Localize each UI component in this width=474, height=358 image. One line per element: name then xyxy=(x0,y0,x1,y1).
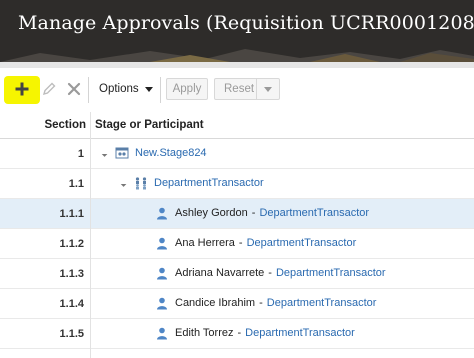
column-header-stage[interactable]: Stage or Participant xyxy=(95,119,204,131)
stage-link[interactable]: New.Stage824 xyxy=(135,147,207,159)
caret-down-icon xyxy=(264,86,272,92)
reset-menu-toggle[interactable] xyxy=(256,79,279,99)
participant-cell: Ashley Gordon - DepartmentTransactor xyxy=(155,206,369,220)
table-row[interactable]: 1 New.Stage824 xyxy=(0,139,474,169)
reset-label: Reset xyxy=(224,83,255,95)
table-row[interactable]: 1.1.4 Candice Ibrahim - DepartmentTransa… xyxy=(0,289,474,319)
stage-icon xyxy=(115,146,129,160)
separator-dash: - xyxy=(268,267,272,279)
column-divider xyxy=(90,112,91,358)
participant-name[interactable]: Adriana Navarrete xyxy=(175,267,264,279)
participant-role[interactable]: DepartmentTransactor xyxy=(247,237,357,249)
section-number: 1.1 xyxy=(68,178,84,190)
delete-button[interactable] xyxy=(63,78,85,100)
section-number: 1.1.3 xyxy=(59,268,84,280)
participant-name[interactable]: Edith Torrez xyxy=(175,327,234,339)
table-row[interactable]: 1.1.3 Adriana Navarrete - DepartmentTran… xyxy=(0,259,474,289)
person-icon xyxy=(155,206,169,220)
table-row[interactable]: 1.1.5 Edith Torrez - DepartmentTransacto… xyxy=(0,319,474,349)
toolbar-separator xyxy=(88,77,89,103)
person-icon xyxy=(155,266,169,280)
person-icon xyxy=(155,236,169,250)
participant-name[interactable]: Candice Ibrahim xyxy=(175,297,255,309)
group-cell: DepartmentTransactor xyxy=(118,176,264,190)
participant-cell: Ana Herrera - DepartmentTransactor xyxy=(155,236,356,250)
section-number: 1.1.5 xyxy=(59,328,84,340)
person-icon xyxy=(155,296,169,310)
separator-dash: - xyxy=(237,327,242,339)
separator-dash: - xyxy=(259,297,263,309)
participant-name[interactable]: Ashley Gordon xyxy=(175,207,248,219)
person-icon xyxy=(155,326,169,340)
page-header: Manage Approvals (Requisition UCRR000120… xyxy=(0,0,474,62)
section-number: 1 xyxy=(77,148,84,160)
caret-down-icon xyxy=(144,86,153,92)
table-row[interactable]: 1.1 DepartmentTransactor xyxy=(0,169,474,199)
options-menu-button[interactable]: Options xyxy=(93,78,153,100)
edit-button[interactable] xyxy=(38,78,60,100)
participant-role[interactable]: DepartmentTransactor xyxy=(245,327,355,339)
plus-icon xyxy=(15,82,29,96)
expanded-icon[interactable] xyxy=(99,149,108,157)
group-icon xyxy=(134,176,148,190)
table-row[interactable]: 1.1.2 Ana Herrera - DepartmentTransactor xyxy=(0,229,474,259)
x-icon xyxy=(67,82,81,96)
apply-label: Apply xyxy=(172,83,202,95)
reset-button[interactable]: Reset xyxy=(214,78,280,100)
participant-name[interactable]: Ana Herrera xyxy=(175,237,235,249)
options-label: Options xyxy=(99,83,139,95)
expanded-icon[interactable] xyxy=(118,179,127,187)
toolbar-separator xyxy=(160,77,161,103)
section-number: 1.1.4 xyxy=(59,298,84,310)
pencil-icon xyxy=(42,82,56,96)
apply-button[interactable]: Apply xyxy=(166,78,208,100)
separator-dash: - xyxy=(251,207,256,219)
page-title: Manage Approvals (Requisition UCRR000120… xyxy=(18,12,474,34)
stage-cell: New.Stage824 xyxy=(99,146,207,160)
column-header-section[interactable]: Section xyxy=(0,119,86,131)
section-number: 1.1.2 xyxy=(59,238,84,250)
participant-cell: Edith Torrez - DepartmentTransactor xyxy=(155,326,355,340)
section-number: 1.1.1 xyxy=(59,208,84,220)
participant-role[interactable]: DepartmentTransactor xyxy=(276,267,386,279)
header-decoration xyxy=(0,49,474,62)
table-row[interactable]: 1.1.1 Ashley Gordon - DepartmentTransact… xyxy=(0,199,474,229)
participant-cell: Candice Ibrahim - DepartmentTransactor xyxy=(155,296,376,310)
add-button[interactable] xyxy=(11,78,33,100)
participant-role[interactable]: DepartmentTransactor xyxy=(267,297,377,309)
table-header: Section Stage or Participant xyxy=(0,112,474,139)
separator-dash: - xyxy=(238,237,243,249)
group-link[interactable]: DepartmentTransactor xyxy=(154,177,264,189)
toolbar: Options Apply Reset xyxy=(0,68,474,110)
participant-cell: Adriana Navarrete - DepartmentTransactor xyxy=(155,266,386,280)
participant-role[interactable]: DepartmentTransactor xyxy=(259,207,369,219)
